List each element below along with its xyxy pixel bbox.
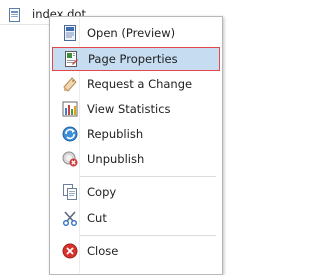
menu-item-label: Republish: [87, 127, 144, 141]
menu-item-label: Unpublish: [87, 152, 145, 166]
cut-icon: [62, 210, 78, 226]
request-change-icon: [62, 76, 78, 92]
menu-item-view-statistics[interactable]: View Statistics: [52, 98, 220, 122]
menu-item-label: Open (Preview): [87, 26, 176, 40]
menu-item-label: Page Properties: [88, 52, 178, 66]
menu-separator: [80, 176, 216, 177]
context-menu: Open (Preview) Page Properties Request a…: [49, 16, 223, 275]
menu-item-copy[interactable]: Copy: [52, 181, 220, 205]
menu-item-label: Close: [87, 244, 119, 258]
menu-item-open-preview[interactable]: Open (Preview): [52, 22, 220, 46]
menu-item-label: Request a Change: [87, 77, 193, 91]
statistics-icon: [62, 101, 78, 117]
menu-item-close[interactable]: Close: [52, 240, 220, 264]
republish-icon: [62, 126, 78, 142]
unpublish-icon: [62, 151, 78, 167]
copy-icon: [62, 184, 78, 200]
page-properties-icon: [63, 51, 79, 67]
menu-item-unpublish[interactable]: Unpublish: [52, 148, 220, 172]
menu-item-republish[interactable]: Republish: [52, 123, 220, 147]
close-icon: [62, 243, 78, 259]
menu-item-label: Cut: [87, 211, 107, 225]
menu-separator: [80, 235, 216, 236]
document-preview-icon: [62, 25, 78, 41]
menu-item-label: View Statistics: [87, 102, 171, 116]
menu-item-label: Copy: [87, 185, 117, 199]
menu-item-request-change[interactable]: Request a Change: [52, 73, 220, 97]
page-icon: [8, 8, 22, 25]
menu-item-cut[interactable]: Cut: [52, 207, 220, 231]
menu-item-page-properties[interactable]: Page Properties: [52, 47, 220, 71]
